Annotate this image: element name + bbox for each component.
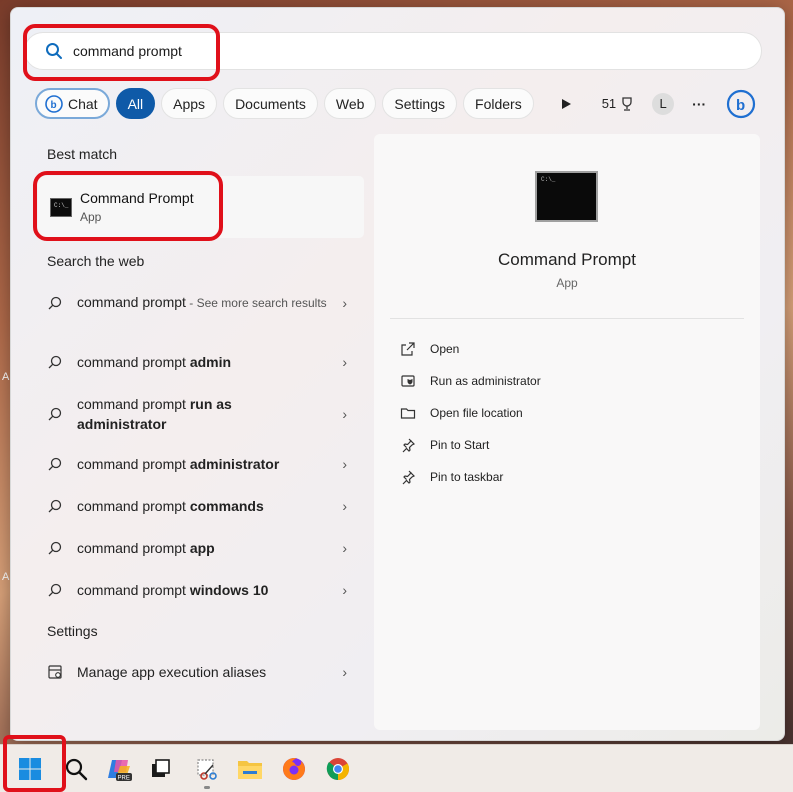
- bing-icon: b: [727, 89, 756, 118]
- firefox-button[interactable]: [280, 755, 308, 783]
- details-divider: [390, 318, 744, 319]
- chevron-right-icon: ›: [342, 664, 347, 680]
- search-icon: [48, 499, 62, 513]
- desktop-icon-label: A: [2, 571, 10, 583]
- search-icon: [48, 407, 62, 421]
- web-result-1[interactable]: command prompt admin ›: [47, 352, 357, 372]
- snipping-tool-icon: [197, 759, 217, 780]
- snipping-tool-button[interactable]: [193, 755, 221, 783]
- all-filter-button[interactable]: All: [115, 88, 156, 119]
- web-result-5[interactable]: command prompt app ›: [47, 538, 357, 558]
- chevron-right-icon: ›: [342, 456, 347, 472]
- trophy-icon: [622, 96, 632, 111]
- open-file-location-action[interactable]: Open file location: [400, 405, 523, 421]
- settings-result[interactable]: Manage app execution aliases ›: [47, 662, 357, 682]
- search-icon: [48, 583, 62, 597]
- bing-chat-icon: b: [45, 94, 63, 113]
- details-pane: C:\_ Command Prompt App Open Run as admi…: [374, 134, 760, 730]
- chrome-icon: [326, 758, 349, 780]
- best-match-heading: Best match: [47, 146, 118, 162]
- search-icon: [48, 457, 62, 471]
- copilot-icon: PRE: [108, 760, 132, 782]
- pin-icon: [402, 438, 416, 453]
- command-prompt-large-icon: C:\_: [535, 171, 598, 222]
- web-result-3[interactable]: command prompt administrator ›: [47, 454, 357, 474]
- pin-to-taskbar-action[interactable]: Pin to taskbar: [400, 469, 503, 485]
- file-explorer-button[interactable]: [236, 755, 264, 783]
- chat-label: Chat: [68, 95, 98, 112]
- shield-icon: [401, 375, 415, 387]
- run-as-admin-action[interactable]: Run as administrator: [400, 373, 541, 389]
- chevron-right-icon: ›: [342, 354, 347, 370]
- bing-button[interactable]: b: [726, 89, 756, 119]
- app-settings-icon: [48, 665, 62, 679]
- folder-icon: [238, 761, 262, 779]
- chat-filter-button[interactable]: b Chat: [35, 88, 110, 119]
- firefox-icon: [283, 758, 305, 780]
- web-filter-button[interactable]: Web: [323, 88, 377, 119]
- avatar-initial: L: [659, 96, 667, 111]
- account-avatar[interactable]: L: [652, 92, 675, 115]
- filter-bar: b Chat All Apps Documents Web Settings F…: [35, 88, 756, 119]
- search-icon: [48, 296, 62, 309]
- taskbar-search-button[interactable]: [62, 755, 90, 783]
- chevron-right-icon: ›: [342, 582, 347, 598]
- taskbar: PRE: [0, 744, 793, 792]
- search-web-heading: Search the web: [47, 253, 145, 269]
- start-button-highlight: [3, 735, 66, 792]
- task-view-icon: [152, 759, 170, 777]
- web-result-6[interactable]: command prompt windows 10 ›: [47, 580, 357, 600]
- task-view-button[interactable]: [147, 755, 175, 783]
- chevron-right-icon: ›: [342, 406, 347, 422]
- search-highlight: [23, 24, 220, 81]
- search-icon: [48, 355, 62, 369]
- svg-text:b: b: [51, 100, 57, 111]
- pin-icon: [402, 470, 416, 485]
- folders-filter-button[interactable]: Folders: [463, 88, 534, 119]
- best-match-highlight: [33, 171, 223, 241]
- active-indicator: [204, 786, 210, 789]
- desktop-icon-label: A: [2, 371, 10, 383]
- search-icon: [48, 541, 62, 555]
- settings-filter-button[interactable]: Settings: [382, 88, 458, 119]
- open-external-icon: [401, 342, 415, 356]
- details-subtitle: App: [556, 276, 578, 290]
- web-result-2[interactable]: command prompt run as administrator ›: [47, 394, 357, 434]
- search-icon: [65, 758, 88, 781]
- web-result-0[interactable]: command prompt - See more search results…: [47, 292, 357, 313]
- more-filters-button[interactable]: [560, 98, 590, 110]
- settings-heading: Settings: [47, 623, 98, 639]
- rewards-points[interactable]: 51: [602, 96, 635, 112]
- open-action[interactable]: Open: [400, 341, 459, 357]
- copilot-preview-button[interactable]: PRE: [105, 755, 133, 783]
- documents-filter-button[interactable]: Documents: [223, 88, 318, 119]
- details-title: Command Prompt: [498, 250, 636, 269]
- chrome-button[interactable]: [324, 755, 352, 783]
- pin-to-start-action[interactable]: Pin to Start: [400, 437, 489, 453]
- chevron-right-icon: ›: [342, 498, 347, 514]
- apps-filter-button[interactable]: Apps: [161, 88, 218, 119]
- play-icon: [561, 98, 571, 109]
- svg-text:PRE: PRE: [118, 776, 130, 782]
- folder-icon: [400, 408, 416, 419]
- more-options-button[interactable]: ···: [692, 96, 706, 112]
- svg-text:b: b: [736, 97, 745, 114]
- chevron-right-icon: ›: [342, 540, 347, 556]
- chevron-right-icon: ›: [342, 294, 347, 311]
- points-count: 51: [601, 96, 617, 111]
- web-result-4[interactable]: command prompt commands ›: [47, 496, 357, 516]
